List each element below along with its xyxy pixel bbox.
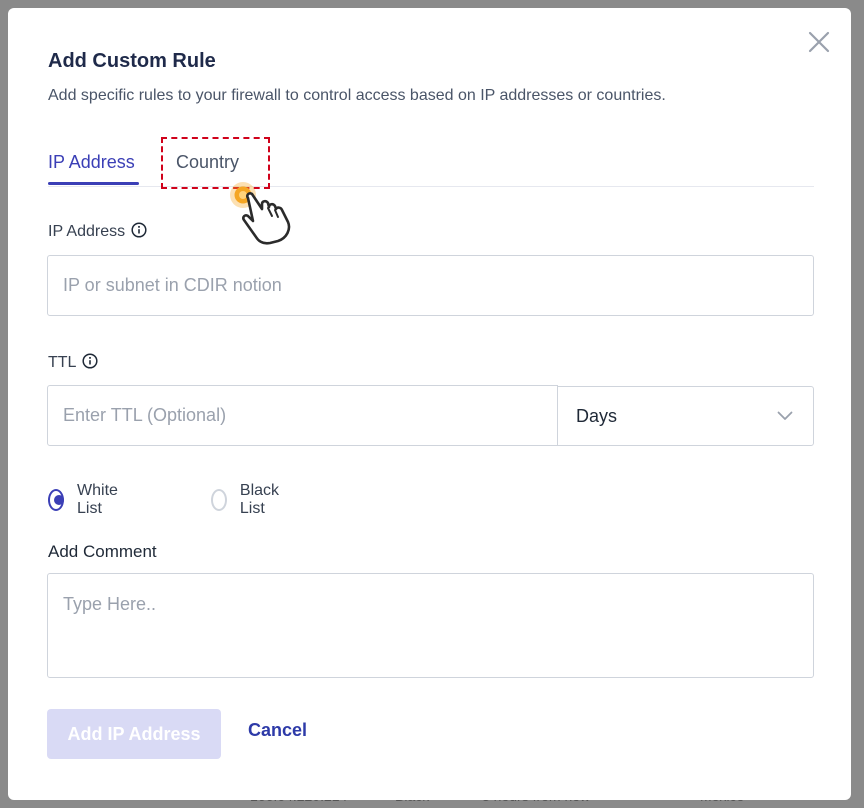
white-list-radio[interactable]: White List: [48, 482, 124, 518]
hand-pointer-cursor-icon: [222, 176, 298, 246]
add-custom-rule-dialog: Add Custom Rule Add specific rules to yo…: [8, 8, 851, 800]
add-ip-address-button[interactable]: Add IP Address: [47, 709, 221, 759]
active-tab-indicator: [48, 182, 139, 185]
radio-unselected-icon: [211, 489, 227, 511]
ttl-unit-select[interactable]: Days: [557, 386, 814, 446]
chevron-down-icon: [777, 408, 793, 426]
dialog-subtitle: Add specific rules to your firewall to c…: [48, 87, 666, 104]
close-icon[interactable]: [807, 30, 831, 54]
ttl-label: TTL: [48, 354, 77, 371]
comment-textarea[interactable]: [47, 573, 814, 678]
dialog-title: Add Custom Rule: [48, 50, 216, 72]
radio-selected-icon: [48, 489, 65, 511]
ttl-label-row: TTL: [48, 353, 99, 374]
info-icon[interactable]: [131, 222, 147, 243]
info-icon[interactable]: [82, 353, 99, 374]
ttl-input[interactable]: [47, 385, 558, 446]
add-comment-label: Add Comment: [48, 542, 157, 561]
ip-address-input[interactable]: [47, 255, 814, 316]
ip-address-label: IP Address: [48, 223, 126, 240]
black-list-radio[interactable]: Black List: [211, 482, 285, 518]
black-list-label: Black List: [239, 482, 280, 517]
ttl-unit-value: Days: [576, 406, 618, 426]
ip-address-label-row: IP Address: [48, 222, 147, 243]
white-list-label: White List: [77, 482, 118, 517]
tab-ip-address[interactable]: IP Address: [48, 152, 135, 173]
cancel-button[interactable]: Cancel: [248, 720, 307, 741]
